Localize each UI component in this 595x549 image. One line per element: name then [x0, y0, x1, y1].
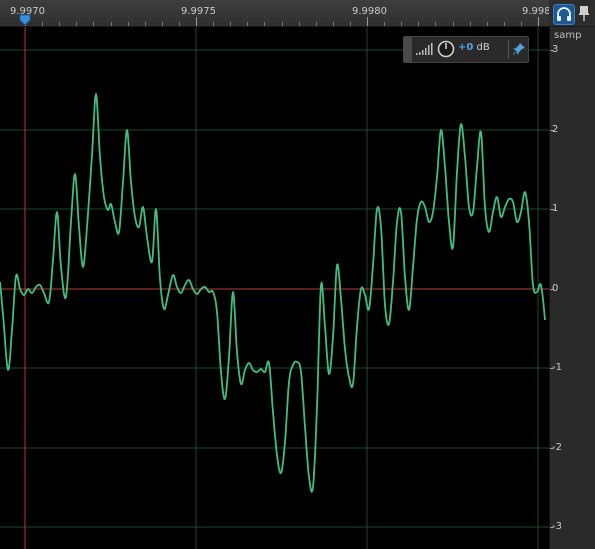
ruler-minor-tick	[76, 22, 77, 26]
scale-label-neg3: -3	[552, 521, 562, 532]
scale-label-neg2: -2	[552, 442, 562, 453]
ruler-minor-tick	[111, 22, 112, 26]
time-ruler[interactable]: 9.9970 9.9975 9.9980 9.998	[0, 0, 551, 27]
ruler-minor-tick	[435, 22, 436, 26]
ruler-label-2: 9.9975	[181, 6, 216, 17]
ruler-minor-tick	[470, 22, 471, 26]
ruler-minor-tick	[453, 22, 454, 26]
ruler-minor-tick	[299, 22, 300, 26]
ruler-minor-tick	[179, 22, 180, 26]
ruler-minor-tick	[128, 22, 129, 26]
ruler-minor-tick	[384, 22, 385, 26]
scale-label-2: 2	[552, 124, 559, 135]
unit-label: samp	[554, 30, 582, 41]
waveform-display[interactable]	[0, 27, 549, 549]
gain-unit: dB	[476, 42, 490, 53]
ruler-minor-tick	[93, 22, 94, 26]
ruler-minor-tick	[42, 22, 43, 26]
scale-label-neg1: -1	[552, 362, 562, 373]
ruler-minor-tick	[350, 22, 351, 26]
drag-grip[interactable]	[404, 37, 412, 62]
scale-label-0: 0	[552, 283, 559, 294]
headphones-icon	[557, 7, 571, 21]
playhead-marker-icon[interactable]	[19, 14, 31, 26]
ruler-major-tick	[196, 17, 197, 26]
pin-icon[interactable]	[512, 42, 526, 56]
ruler-minor-tick	[418, 22, 419, 26]
waveform-line	[0, 93, 546, 493]
ruler-minor-tick	[230, 22, 231, 26]
ruler-minor-tick	[247, 22, 248, 26]
gain-knob-icon[interactable]	[437, 40, 455, 58]
ruler-minor-tick	[145, 22, 146, 26]
view-controls	[549, 0, 595, 27]
ruler-minor-tick	[282, 22, 283, 26]
gain-value[interactable]: +0 dB	[458, 42, 490, 53]
grid-lines	[0, 27, 549, 549]
level-meter-icon[interactable]	[415, 42, 433, 56]
ruler-minor-tick	[487, 22, 488, 26]
ruler-minor-tick	[521, 22, 522, 26]
scale-label-1: 1	[552, 203, 559, 214]
divider	[508, 40, 509, 59]
ruler-minor-tick	[316, 22, 317, 26]
ruler-minor-tick	[59, 22, 60, 26]
pin-icon[interactable]	[577, 4, 591, 23]
ruler-major-tick	[538, 17, 539, 26]
amplitude-scale[interactable]: samp 3 2 1 0 -1 -2 -3	[549, 27, 595, 549]
scale-label-3: 3	[552, 44, 559, 55]
gain-value-number: +0	[458, 42, 474, 53]
headphones-button[interactable]	[553, 4, 575, 25]
ruler-major-tick	[367, 17, 368, 26]
ruler-minor-tick	[264, 22, 265, 26]
ruler-minor-tick	[333, 22, 334, 26]
ruler-minor-tick	[401, 22, 402, 26]
ruler-minor-tick	[213, 22, 214, 26]
ruler-label-4: 9.998	[522, 6, 551, 17]
ruler-minor-tick	[504, 22, 505, 26]
gain-panel: +0 dB	[403, 36, 529, 63]
ruler-minor-tick	[162, 22, 163, 26]
ruler-label-3: 9.9980	[352, 6, 387, 17]
